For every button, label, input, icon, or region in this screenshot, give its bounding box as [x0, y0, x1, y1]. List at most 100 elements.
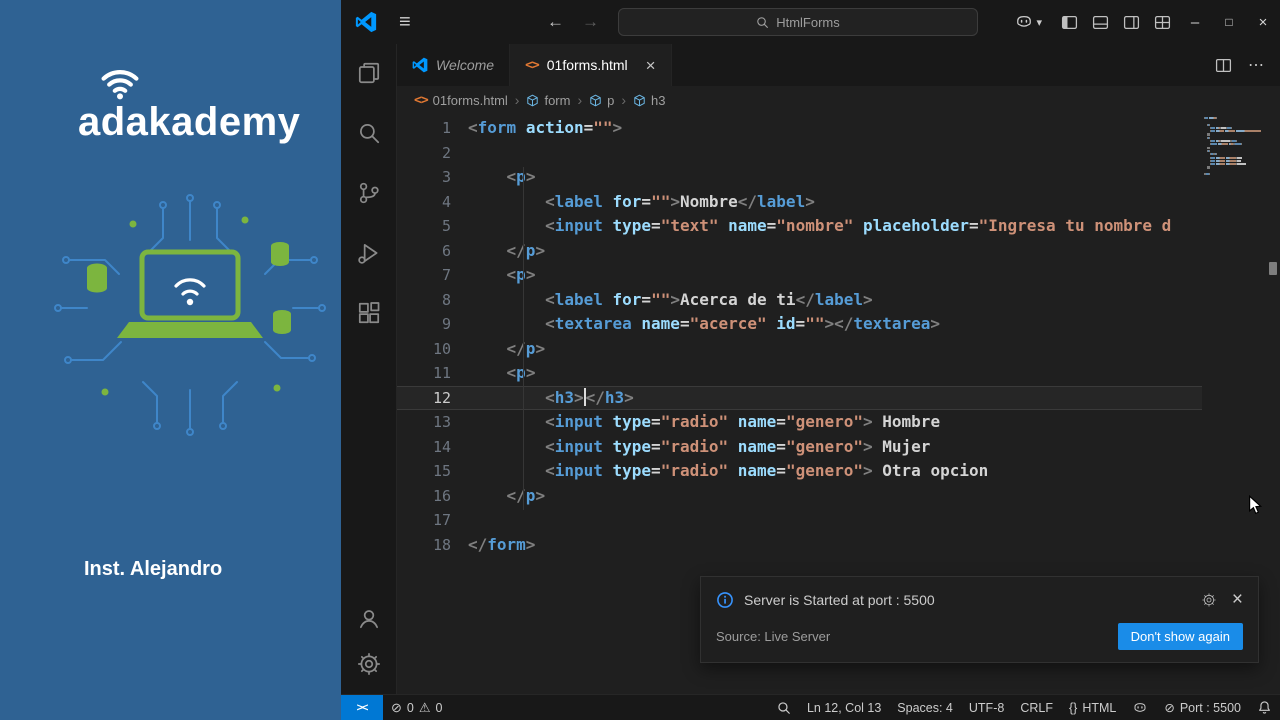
maximize-button[interactable]: □	[1212, 0, 1246, 44]
screen: adakademy Inst. Alejandro ≡ ← → HtmlForm…	[0, 0, 1280, 720]
line-number[interactable]: 2	[397, 141, 468, 166]
warning-icon: ⚠	[418, 699, 431, 715]
tab-label: Welcome	[436, 57, 495, 73]
breadcrumb-separator: ›	[621, 92, 627, 108]
symbol-icon	[527, 94, 539, 106]
cursor-position[interactable]: Ln 12, Col 13	[799, 695, 889, 720]
line-number[interactable]: 7	[397, 263, 468, 288]
breadcrumb: <> 01forms.html › form › p › h3	[397, 86, 1280, 114]
code-line[interactable]: 12 <h3> </h3>	[397, 386, 1202, 411]
line-number[interactable]: 6	[397, 239, 468, 264]
code-line[interactable]: 2	[397, 141, 1202, 166]
run-debug-icon[interactable]	[353, 237, 385, 269]
code-line[interactable]: 18 </form>	[397, 533, 1202, 558]
code-line[interactable]: 6 </p>	[397, 239, 1202, 264]
line-number[interactable]: 9	[397, 312, 468, 337]
more-actions-icon[interactable]: ⋯	[1248, 55, 1264, 75]
error-icon: ⊘	[391, 699, 402, 715]
live-server-port[interactable]: ⊘ Port : 5500	[1156, 695, 1249, 720]
search-sidebar-icon[interactable]	[353, 117, 385, 149]
split-editor-icon[interactable]	[1215, 57, 1232, 74]
problems-indicator[interactable]: ⊘ 0 ⚠ 0	[383, 695, 450, 720]
line-number[interactable]: 18	[397, 533, 468, 558]
notification-close-icon[interactable]: ×	[1232, 590, 1243, 609]
copilot-status[interactable]	[1124, 695, 1156, 720]
magnifier-icon	[778, 701, 790, 714]
code-line[interactable]: 16 </p>	[397, 484, 1202, 509]
code-line[interactable]: 4 <label for="">Nombre</label>	[397, 190, 1202, 215]
code-line[interactable]: 8 <label for="">Acerca de ti</label>	[397, 288, 1202, 313]
breadcrumb-item-h3[interactable]: h3	[633, 93, 666, 108]
braces-icon: {}	[1068, 700, 1078, 715]
code-line[interactable]: 3 <p>	[397, 165, 1202, 190]
line-number[interactable]: 13	[397, 410, 468, 435]
line-number[interactable]: 15	[397, 459, 468, 484]
back-button[interactable]: ←	[547, 12, 564, 32]
line-number[interactable]: 3	[397, 165, 468, 190]
toggle-primary-sidebar-icon[interactable]	[1054, 0, 1085, 44]
encoding[interactable]: UTF-8	[961, 695, 1012, 720]
circuit-laptop-illustration	[54, 194, 326, 436]
line-number[interactable]: 16	[397, 484, 468, 509]
breadcrumb-item-form[interactable]: form	[526, 93, 570, 108]
copilot-icon	[1134, 702, 1146, 712]
extensions-icon[interactable]	[353, 297, 385, 329]
minimap[interactable]	[1204, 117, 1266, 176]
tab-close-icon[interactable]: ×	[646, 57, 656, 74]
code-line[interactable]: 10 </p>	[397, 337, 1202, 362]
line-number[interactable]: 1	[397, 116, 468, 141]
mouse-cursor	[1249, 495, 1263, 515]
tab-welcome[interactable]: Welcome	[397, 44, 511, 86]
forward-button[interactable]: →	[582, 12, 599, 32]
notifications-bell[interactable]	[1249, 695, 1280, 720]
settings-gear-icon[interactable]	[353, 648, 385, 680]
minimize-button[interactable]: –	[1178, 0, 1212, 44]
line-number[interactable]: 17	[397, 508, 468, 533]
circle-slash-icon: ⊘	[1164, 701, 1175, 715]
line-number[interactable]: 4	[397, 190, 468, 215]
breadcrumb-item-p[interactable]: p	[589, 93, 614, 108]
source-control-icon[interactable]	[353, 177, 385, 209]
eol-indicator[interactable]: CRLF	[1012, 695, 1061, 720]
editor-scrollbar[interactable]	[1266, 114, 1280, 694]
line-number[interactable]: 14	[397, 435, 468, 460]
code-line[interactable]: 7 <p>	[397, 263, 1202, 288]
notification-title: Server is Started at port : 5500	[744, 591, 935, 608]
line-number[interactable]: 10	[397, 337, 468, 362]
code-line[interactable]: 9 <textarea name="acerce" id=""></textar…	[397, 312, 1202, 337]
tab-label: 01forms.html	[546, 57, 628, 73]
toggle-panel-icon[interactable]	[1085, 0, 1116, 44]
line-number[interactable]: 5	[397, 214, 468, 239]
menu-icon[interactable]: ≡	[399, 0, 411, 44]
code-line[interactable]: 17	[397, 508, 1202, 533]
code-line[interactable]: 14 <input type="radio" name="genero"> Mu…	[397, 435, 1202, 460]
line-number[interactable]: 12	[397, 386, 468, 411]
notification-settings-icon[interactable]	[1201, 592, 1217, 608]
remote-indicator[interactable]: ><	[341, 695, 383, 720]
customize-layout-icon[interactable]	[1147, 0, 1178, 44]
line-number[interactable]: 8	[397, 288, 468, 313]
code-line[interactable]: 15 <input type="radio" name="genero"> Ot…	[397, 459, 1202, 484]
tab-01forms[interactable]: <> 01forms.html ×	[510, 44, 672, 86]
html-file-icon: <>	[414, 92, 429, 108]
indentation[interactable]: Spaces: 4	[889, 695, 961, 720]
toggle-secondary-sidebar-icon[interactable]	[1116, 0, 1147, 44]
language-mode[interactable]: {} HTML	[1061, 695, 1124, 720]
command-center-search[interactable]: HtmlForms	[618, 8, 978, 36]
code-line[interactable]: 13 <input type="radio" name="genero"> Ho…	[397, 410, 1202, 435]
code-line[interactable]: 1 <form action="">	[397, 116, 1202, 141]
line-number[interactable]: 11	[397, 361, 468, 386]
search-icon	[757, 16, 769, 28]
close-button[interactable]: ×	[1246, 0, 1280, 44]
code-line[interactable]: 5 <input type="text" name="nombre" place…	[397, 214, 1202, 239]
breadcrumb-item-file[interactable]: <> 01forms.html	[414, 93, 508, 108]
symbol-icon	[590, 94, 601, 106]
copilot-menu-button[interactable]: ▾	[1014, 12, 1042, 32]
explorer-icon[interactable]	[353, 57, 385, 89]
zoom-indicator[interactable]	[769, 695, 799, 720]
account-icon[interactable]	[353, 602, 385, 634]
branding-panel: adakademy Inst. Alejandro	[0, 0, 341, 720]
dont-show-again-button[interactable]: Don't show again	[1117, 623, 1243, 650]
vscode-tab-icon	[412, 57, 428, 73]
code-line[interactable]: 11 <p>	[397, 361, 1202, 386]
